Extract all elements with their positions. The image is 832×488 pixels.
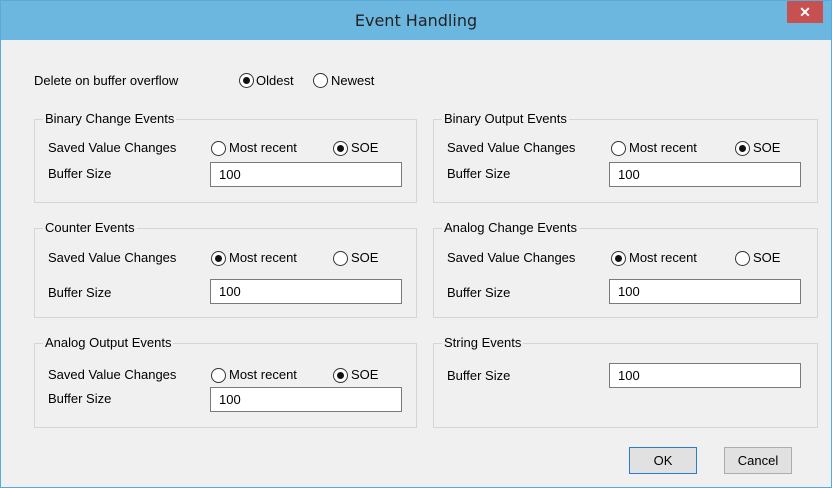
group-title: String Events — [442, 335, 524, 350]
overflow-newest-radio[interactable] — [313, 73, 328, 88]
dialog-title: Event Handling — [354, 11, 478, 30]
buffer-size-input[interactable] — [609, 162, 801, 187]
buffer-size-input[interactable] — [210, 279, 402, 304]
overflow-oldest-label[interactable]: Oldest — [256, 73, 294, 88]
saved-value-changes-label: Saved Value Changes — [48, 140, 177, 155]
most-recent-radio[interactable] — [211, 368, 226, 383]
event-handling-dialog: Event Handling ✕ Delete on buffer overfl… — [0, 0, 832, 488]
most-recent-radio[interactable] — [211, 251, 226, 266]
buffer-size-input[interactable] — [210, 387, 402, 412]
saved-value-changes-label: Saved Value Changes — [447, 140, 576, 155]
buffer-size-input[interactable] — [210, 162, 402, 187]
soe-label[interactable]: SOE — [351, 140, 378, 155]
buffer-size-label: Buffer Size — [48, 391, 112, 406]
most-recent-label[interactable]: Most recent — [229, 140, 297, 155]
counter-events-group: Counter Events Saved Value Changes Most … — [34, 220, 417, 318]
close-icon: ✕ — [799, 4, 811, 20]
group-title: Analog Change Events — [442, 220, 579, 235]
group-title: Analog Output Events — [43, 335, 174, 350]
buffer-size-label: Buffer Size — [48, 166, 112, 181]
soe-radio[interactable] — [735, 251, 750, 266]
binary-output-events-group: Binary Output Events Saved Value Changes… — [433, 111, 818, 203]
soe-radio[interactable] — [333, 368, 348, 383]
string-events-group: String Events Buffer Size — [433, 335, 818, 428]
group-title: Binary Change Events — [43, 111, 177, 126]
analog-change-events-group: Analog Change Events Saved Value Changes… — [433, 220, 818, 318]
title-bar[interactable]: Event Handling ✕ — [1, 1, 831, 40]
ok-button[interactable]: OK — [629, 447, 697, 474]
soe-radio[interactable] — [735, 141, 750, 156]
most-recent-radio[interactable] — [611, 141, 626, 156]
buffer-size-input[interactable] — [609, 363, 801, 388]
buffer-size-label: Buffer Size — [447, 285, 511, 300]
most-recent-radio[interactable] — [611, 251, 626, 266]
most-recent-label[interactable]: Most recent — [229, 250, 297, 265]
most-recent-label[interactable]: Most recent — [629, 250, 697, 265]
overflow-newest-label[interactable]: Newest — [331, 73, 374, 88]
saved-value-changes-label: Saved Value Changes — [48, 250, 177, 265]
cancel-button[interactable]: Cancel — [724, 447, 792, 474]
group-title: Binary Output Events — [442, 111, 569, 126]
binary-change-events-group: Binary Change Events Saved Value Changes… — [34, 111, 417, 203]
soe-label[interactable]: SOE — [351, 250, 378, 265]
buffer-size-input[interactable] — [609, 279, 801, 304]
soe-radio[interactable] — [333, 251, 348, 266]
close-button[interactable]: ✕ — [787, 1, 823, 23]
soe-label[interactable]: SOE — [753, 250, 780, 265]
most-recent-label[interactable]: Most recent — [629, 140, 697, 155]
overflow-oldest-radio[interactable] — [239, 73, 254, 88]
group-title: Counter Events — [43, 220, 137, 235]
buffer-size-label: Buffer Size — [447, 166, 511, 181]
most-recent-radio[interactable] — [211, 141, 226, 156]
analog-output-events-group: Analog Output Events Saved Value Changes… — [34, 335, 417, 428]
most-recent-label[interactable]: Most recent — [229, 367, 297, 382]
overflow-label: Delete on buffer overflow — [34, 73, 179, 88]
buffer-size-label: Buffer Size — [48, 285, 112, 300]
saved-value-changes-label: Saved Value Changes — [48, 367, 177, 382]
saved-value-changes-label: Saved Value Changes — [447, 250, 576, 265]
soe-label[interactable]: SOE — [753, 140, 780, 155]
soe-radio[interactable] — [333, 141, 348, 156]
buffer-size-label: Buffer Size — [447, 368, 511, 383]
soe-label[interactable]: SOE — [351, 367, 378, 382]
